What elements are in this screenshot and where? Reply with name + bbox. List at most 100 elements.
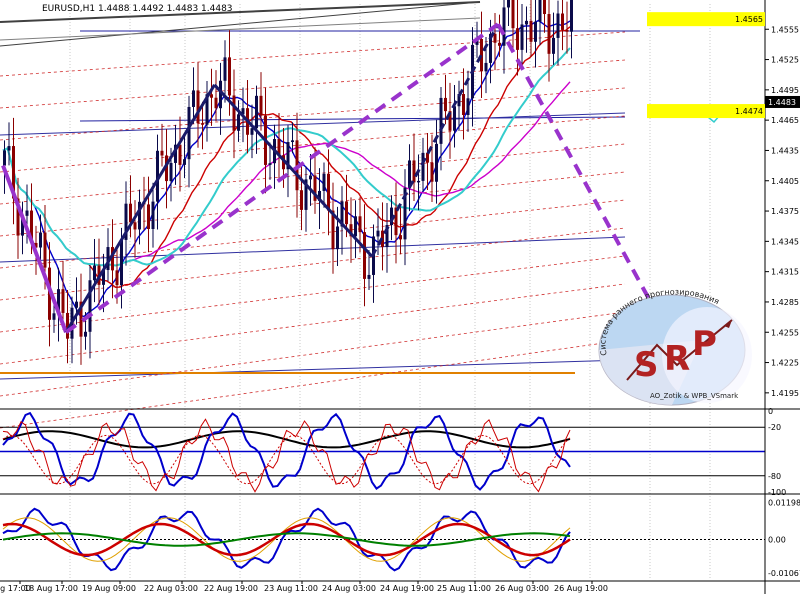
candle-body	[421, 152, 425, 181]
candle-body	[367, 274, 371, 279]
candle-body	[354, 216, 357, 237]
time-tick-label: 26 Aug 19:00	[554, 584, 608, 593]
candle-body	[7, 146, 11, 151]
candle-body	[534, 21, 537, 42]
candle-body	[507, 0, 510, 8]
candle-body	[493, 33, 497, 43]
candle-body	[525, 20, 528, 25]
current-price-text: 1.4483	[768, 98, 796, 107]
candle-body	[556, 13, 560, 38]
candle-body	[84, 331, 87, 337]
time-tick-label: 22 Aug 03:00	[144, 584, 198, 593]
candle-body	[133, 222, 137, 230]
price-label-text: 1.4474	[735, 107, 763, 116]
candle-body	[210, 94, 213, 98]
candle-body	[169, 162, 173, 182]
candle-body	[52, 313, 56, 320]
candle-body	[412, 160, 416, 183]
logo-s: S	[634, 345, 659, 385]
candle-body	[151, 201, 155, 229]
candle-body	[444, 97, 447, 112]
candle-body	[394, 207, 398, 236]
candle-body	[453, 106, 456, 131]
candle-body	[178, 144, 182, 165]
candle-body	[223, 57, 227, 81]
candle-body	[498, 42, 501, 46]
candle-body	[255, 95, 258, 129]
logo-r: R	[664, 339, 690, 379]
time-tick-label: 24 Aug 03:00	[322, 584, 376, 593]
candle-body	[552, 37, 555, 54]
candle-body	[187, 106, 191, 160]
candle-body	[309, 175, 312, 180]
candle-body	[291, 140, 294, 143]
candle-body	[417, 180, 420, 183]
candle-body	[232, 95, 236, 131]
candle-body	[115, 270, 119, 286]
candle-body	[327, 173, 330, 211]
time-tick-label: 22 Aug 19:00	[204, 584, 258, 593]
candle-body	[466, 98, 470, 115]
price-tick-label: 1.4495	[771, 86, 799, 95]
symbol-line: EURUSD,H1 1.4488 1.4492 1.4483 1.4483	[42, 4, 233, 14]
candle-body	[259, 95, 263, 116]
candle-body	[561, 13, 564, 30]
candle-body	[268, 163, 272, 165]
candle-body	[43, 232, 47, 268]
candle-body	[430, 162, 434, 182]
price-tick-label: 1.4525	[771, 56, 799, 65]
candle-body	[336, 226, 339, 250]
candle-body	[439, 97, 443, 144]
candle-body	[399, 235, 402, 240]
candle-body	[345, 201, 348, 225]
candle-body	[147, 204, 150, 229]
price-tick-label: 1.4465	[771, 116, 799, 125]
candle-body	[435, 143, 438, 182]
osc2-level-label: -0.01067	[768, 569, 800, 578]
logo-arc-text-bottom: AO_Zotik & WPB_VSmark	[650, 392, 739, 400]
candle-body	[543, 0, 546, 15]
osc1-level-label: -80	[768, 472, 781, 481]
candle-body	[426, 152, 429, 163]
osc1-level-label: -20	[768, 423, 781, 432]
time-tick-label: 19 Aug 09:00	[82, 584, 136, 593]
candle-body	[75, 301, 78, 308]
candle-body	[538, 0, 542, 22]
candle-body	[520, 24, 524, 50]
candle-body	[61, 289, 65, 313]
price-tick-label: 1.4405	[771, 177, 799, 186]
osc1-level-label: -100	[768, 488, 786, 497]
candle-body	[547, 14, 551, 54]
candle-body	[516, 28, 519, 50]
candle-body	[183, 159, 186, 165]
price-tick-label: 1.4195	[771, 389, 799, 398]
time-tick-label: 18 Aug 17:00	[24, 584, 78, 593]
chart-window: 0 -20 -80 -100 0.01198 0.00 -0.01067 1.4555 1.…	[0, 0, 800, 594]
price-tick-label: 1.4555	[771, 25, 799, 34]
candle-body	[511, 0, 515, 29]
osc2-level-label: 0.00	[768, 536, 786, 545]
candle-body	[120, 239, 123, 286]
candle-body	[129, 203, 132, 223]
candle-body	[376, 230, 380, 237]
candle-body	[358, 216, 362, 233]
osc1-level-label: 0	[768, 407, 773, 416]
price-label-text: 1.4565	[735, 15, 763, 24]
candle-body	[502, 7, 506, 46]
time-tick-label: 24 Aug 19:00	[380, 584, 434, 593]
chart-canvas[interactable]: 0 -20 -80 -100 0.01198 0.00 -0.01067 1.4555 1.…	[0, 0, 800, 594]
candle-body	[196, 90, 200, 124]
candle-body	[160, 150, 164, 156]
candle-body	[322, 173, 326, 191]
price-tick-label: 1.4375	[771, 207, 799, 216]
price-tick-label: 1.4255	[771, 328, 799, 337]
candle-body	[39, 232, 42, 248]
candle-body	[214, 97, 218, 109]
candle-body	[484, 62, 488, 72]
candle-body	[250, 128, 254, 135]
candle-body	[529, 20, 533, 42]
price-tick-label: 1.4315	[771, 268, 799, 277]
candle-body	[565, 29, 569, 32]
candle-body	[237, 114, 240, 131]
price-tick-label: 1.4435	[771, 146, 799, 155]
